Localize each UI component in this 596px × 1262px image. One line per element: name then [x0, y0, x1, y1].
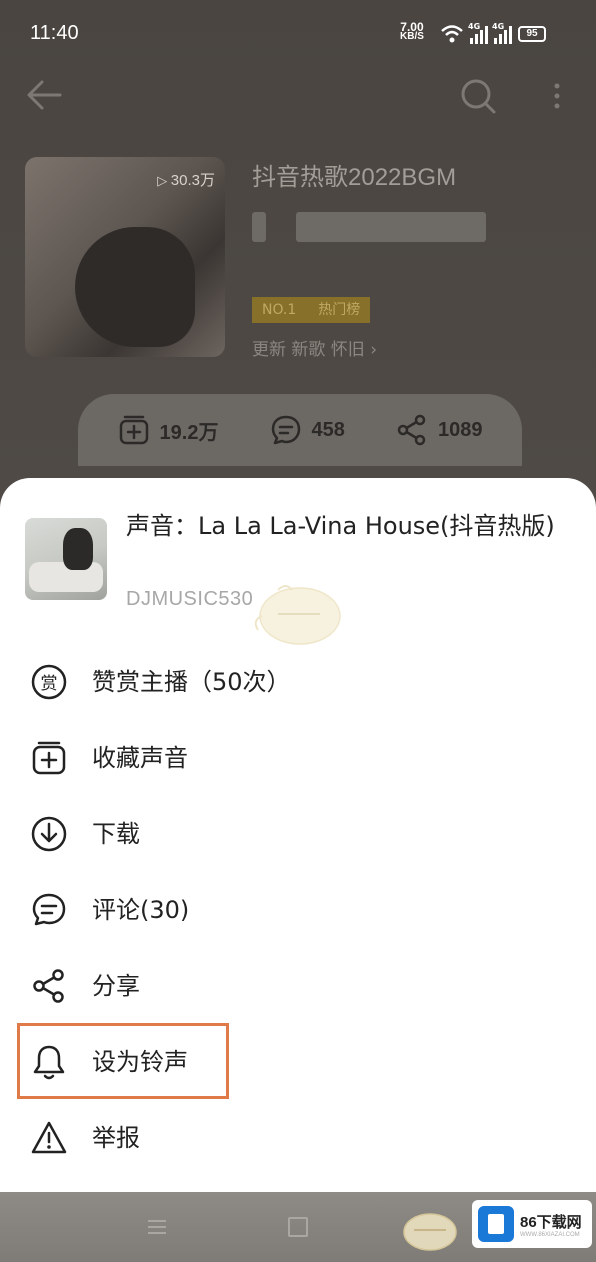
album-stats-bar: 19.2万 458 1089	[78, 394, 522, 466]
site-watermark: 86下载网 WWW.86XIAZAI.COM	[472, 1200, 592, 1248]
more-vertical-icon[interactable]	[545, 76, 569, 116]
collect-add-icon	[32, 741, 66, 775]
track-title: 声音：La La La-Vina House(抖音热版)	[126, 512, 555, 540]
menu-item-comment[interactable]: 评论(30)	[0, 872, 596, 948]
network-speed: 7.00 KB/S	[400, 20, 424, 42]
menu-label: 评论(30)	[92, 896, 190, 924]
menu-item-collect[interactable]: 收藏声音	[0, 720, 596, 796]
blurred-info	[252, 212, 266, 242]
menu-item-reward[interactable]: 赏 赞赏主播（50次）	[0, 644, 596, 720]
update-tags[interactable]: 更新 新歌 怀旧 ›	[252, 335, 377, 360]
comment-icon	[32, 893, 66, 926]
track-author[interactable]: DJMUSIC530	[126, 588, 253, 611]
menu-label: 赞赏主播（50次）	[92, 668, 291, 696]
wifi-icon	[441, 25, 463, 43]
recent-apps-icon[interactable]	[146, 1218, 168, 1236]
comment-stat[interactable]: 458	[270, 414, 345, 446]
search-icon[interactable]	[458, 76, 498, 116]
status-bar: 11:40 7.00 KB/S 4G 4G 95	[0, 0, 596, 70]
status-time: 11:40	[30, 22, 79, 44]
album-cover[interactable]: 30.3万	[25, 157, 225, 357]
blurred-info	[296, 212, 486, 242]
svg-text:赏: 赏	[41, 674, 58, 694]
home-button[interactable]	[288, 1217, 308, 1237]
watermark-mascot-icon	[403, 1213, 457, 1251]
comment-icon	[271, 415, 300, 445]
watermark-url: WWW.86XIAZAI.COM	[520, 1231, 580, 1238]
menu-label: 举报	[92, 1124, 140, 1152]
download-icon	[31, 816, 67, 852]
watermark-title: 86下载网	[520, 1213, 582, 1231]
highlight-annotation	[17, 1023, 229, 1099]
menu-label: 收藏声音	[92, 744, 188, 772]
menu-item-share[interactable]: 分享	[0, 948, 596, 1024]
share-icon	[397, 414, 426, 446]
subscribe-stat[interactable]: 19.2万	[118, 414, 218, 446]
watermark-mascot-icon	[254, 585, 341, 645]
track-thumbnail	[25, 518, 107, 600]
track-actions-sheet: 声音：La La La-Vina House(抖音热版) DJMUSIC530 …	[0, 478, 596, 1192]
subscribe-add-icon	[119, 415, 148, 445]
rank-badge[interactable]: NO.1 热门榜	[252, 297, 371, 323]
warning-icon	[31, 1121, 67, 1154]
album-title: 抖音热歌2022BGM	[252, 164, 457, 191]
site-logo-icon	[478, 1206, 514, 1242]
share-icon	[33, 969, 64, 1003]
signal-icon-2: 4G	[492, 22, 512, 44]
play-count: 30.3万	[157, 169, 215, 190]
menu-item-report[interactable]: 举报	[0, 1100, 596, 1176]
signal-icon-1: 4G	[468, 22, 488, 44]
system-nav-bar: 86下载网 WWW.86XIAZAI.COM	[0, 1192, 596, 1262]
menu-label: 下载	[92, 820, 140, 848]
menu-label: 分享	[92, 972, 140, 1000]
back-arrow-icon[interactable]	[24, 78, 64, 112]
battery-icon: 95	[518, 26, 546, 42]
status-icons: 4G 4G 95	[440, 22, 546, 46]
top-nav	[0, 70, 596, 120]
share-stat[interactable]: 1089	[396, 414, 482, 446]
menu-item-download[interactable]: 下载	[0, 796, 596, 872]
reward-icon: 赏	[31, 664, 67, 700]
